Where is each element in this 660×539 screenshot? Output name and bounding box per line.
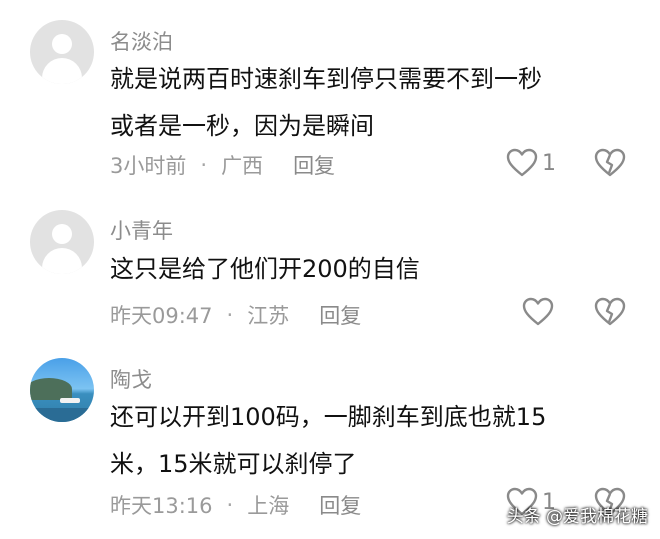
timestamp: 昨天09:47 bbox=[110, 304, 213, 328]
heart-icon bbox=[522, 297, 554, 326]
comment-text: 就是说两百时速刹车到停只需要不到一秒 或者是一秒，因为是瞬间 bbox=[110, 65, 542, 140]
timestamp: 3小时前 bbox=[110, 154, 187, 178]
username[interactable]: 陶戈 bbox=[110, 364, 152, 394]
like-button[interactable]: 1 bbox=[506, 148, 556, 178]
username[interactable]: 名淡泊 bbox=[110, 26, 173, 56]
heart-icon bbox=[506, 148, 538, 177]
comment-meta: 昨天09:47 · 江苏 回复 bbox=[110, 300, 361, 330]
separator-dot: · bbox=[226, 493, 234, 517]
username[interactable]: 小青年 bbox=[110, 215, 173, 245]
comment-meta: 昨天13:16 · 上海 回复 bbox=[110, 490, 361, 520]
like-count: 1 bbox=[542, 150, 556, 176]
location: 广西 bbox=[221, 154, 264, 178]
dislike-button[interactable] bbox=[594, 148, 626, 178]
reply-button[interactable]: 回复 bbox=[319, 490, 361, 520]
timestamp: 昨天13:16 bbox=[110, 494, 213, 518]
watermark: 头条 @爱我棉花糖 bbox=[506, 507, 648, 527]
separator-dot: · bbox=[200, 153, 208, 177]
broken-heart-icon bbox=[594, 148, 626, 177]
location: 江苏 bbox=[247, 304, 290, 328]
reply-button[interactable]: 回复 bbox=[319, 300, 361, 330]
dislike-button[interactable] bbox=[594, 297, 626, 327]
comment-text: 还可以开到100码，一脚刹车到底也就15 米，15米就可以刹停了 bbox=[110, 403, 547, 478]
avatar[interactable] bbox=[30, 358, 94, 422]
like-button[interactable] bbox=[522, 297, 554, 327]
location: 上海 bbox=[247, 494, 290, 518]
reply-button[interactable]: 回复 bbox=[293, 150, 335, 180]
avatar[interactable] bbox=[30, 20, 94, 84]
comment-text: 这只是给了他们开200的自信 bbox=[110, 255, 420, 283]
comment-meta: 3小时前 · 广西 回复 bbox=[110, 150, 335, 180]
separator-dot: · bbox=[226, 303, 234, 327]
broken-heart-icon bbox=[594, 297, 626, 326]
avatar[interactable] bbox=[30, 210, 94, 274]
